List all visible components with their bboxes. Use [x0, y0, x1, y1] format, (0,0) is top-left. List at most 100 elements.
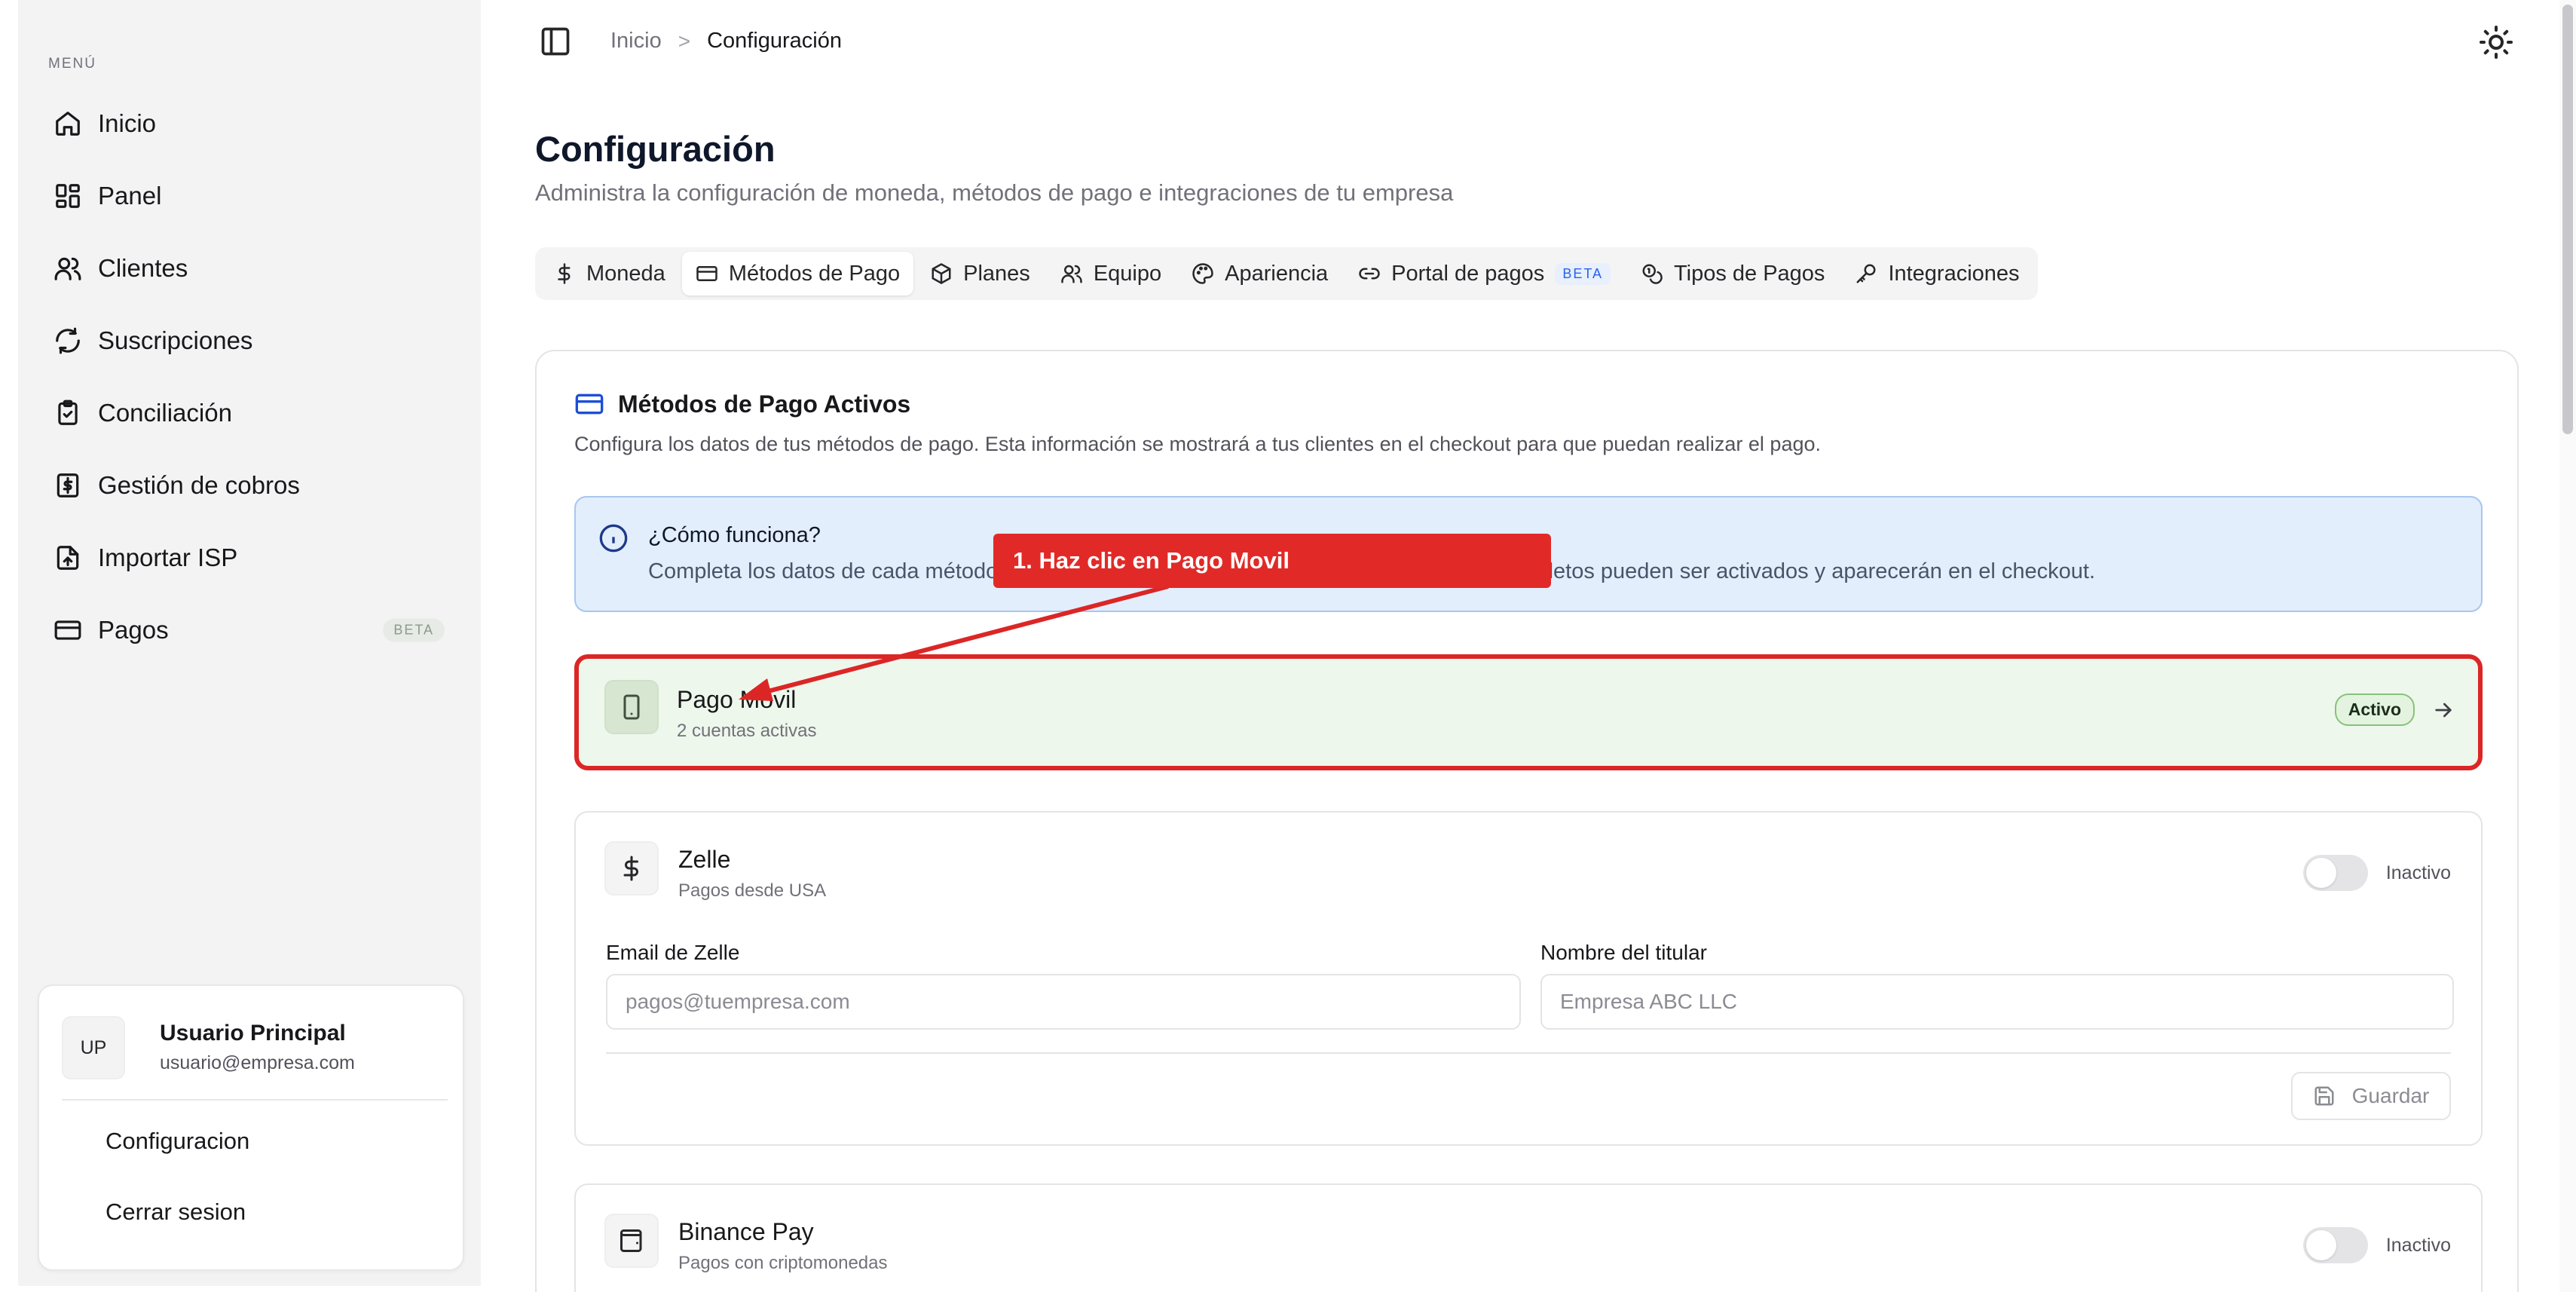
tab-moneda[interactable]: Moneda	[540, 252, 679, 295]
scrollbar-thumb[interactable]	[2562, 5, 2573, 434]
tab-apariencia[interactable]: Apariencia	[1178, 252, 1342, 295]
divider	[606, 1052, 2451, 1054]
zelle-email-field[interactable]	[606, 974, 1521, 1030]
tab-portal-de-pagos[interactable]: Portal de pagos BETA	[1345, 252, 1624, 295]
method-sub: Pagos desde USA	[678, 880, 827, 901]
arrow-right-icon[interactable]	[2431, 698, 2455, 722]
user-name: Usuario Principal	[160, 1021, 346, 1046]
settings-tabs: Moneda Métodos de Pago Planes Equipo Apa…	[535, 247, 2038, 300]
tab-label: Moneda	[586, 261, 665, 286]
sidebar-item-clientes[interactable]: Clientes	[45, 232, 475, 305]
save-icon	[2313, 1085, 2336, 1107]
tab-label: Apariencia	[1225, 261, 1329, 286]
sidebar-item-pagos[interactable]: Pagos BETA	[45, 594, 475, 666]
save-button[interactable]: Guardar	[2291, 1072, 2451, 1120]
users-icon	[1060, 262, 1083, 285]
status-label: Inactivo	[2385, 1235, 2451, 1256]
credit-card-icon	[574, 389, 604, 419]
link-icon	[1358, 262, 1381, 285]
payment-methods-card: Métodos de Pago Activos Configura los da…	[535, 350, 2519, 1292]
sidebar-item-panel[interactable]: Panel	[45, 160, 475, 232]
dollar-receipt-icon	[53, 470, 83, 501]
refresh-icon	[53, 326, 83, 356]
breadcrumb-inicio[interactable]: Inicio	[610, 29, 662, 54]
tab-integraciones[interactable]: Integraciones	[1841, 252, 2033, 295]
info-title: ¿Cómo funciona?	[648, 523, 821, 547]
avatar: UP	[62, 1016, 125, 1079]
method-sub: 2 cuentas activas	[677, 721, 817, 741]
sidebar-item-label: Panel	[98, 182, 162, 210]
users-icon	[53, 253, 83, 283]
page-subtitle: Administra la configuración de moneda, m…	[535, 179, 1454, 206]
tab-planes[interactable]: Planes	[916, 252, 1044, 295]
sidebar-item-label: Pagos	[98, 616, 169, 644]
sidebar-item-label: Importar ISP	[98, 543, 238, 571]
method-pago-movil[interactable]: Pago Movil 2 cuentas activas Activo	[574, 654, 2483, 770]
layout-dashboard-icon	[53, 181, 83, 211]
sun-icon[interactable]	[2478, 24, 2514, 60]
tab-label: Tipos de Pagos	[1674, 261, 1825, 286]
divider	[62, 1099, 448, 1101]
scrollbar[interactable]	[2559, 0, 2576, 1292]
menu-label: MENÚ	[48, 56, 96, 72]
breadcrumb-separator: >	[678, 29, 691, 53]
sidebar-item-inicio[interactable]: Inicio	[45, 87, 475, 160]
sidebar-item-label: Conciliación	[98, 399, 232, 427]
method-name: Pago Movil	[677, 686, 797, 713]
tab-tipos-de-pagos[interactable]: Tipos de Pagos	[1627, 252, 1838, 295]
sidebar-toggle-icon[interactable]	[538, 26, 573, 57]
tab-label: Equipo	[1093, 261, 1162, 286]
sidebar-item-suscripciones[interactable]: Suscripciones	[45, 305, 475, 377]
status-badge: Activo	[2334, 693, 2415, 726]
tab-label: Métodos de Pago	[728, 261, 901, 286]
tab-label: Integraciones	[1888, 261, 2020, 286]
sidebar-item-label: Inicio	[98, 109, 157, 137]
card-description: Configura los datos de tus métodos de pa…	[574, 433, 1821, 455]
dollar-icon	[604, 841, 659, 896]
zelle-toggle[interactable]	[2303, 855, 2368, 891]
field-label: Email de Zelle	[606, 941, 740, 964]
key-icon	[1855, 262, 1877, 285]
card-title: Métodos de Pago Activos	[618, 390, 911, 418]
user-card: UP Usuario Principal usuario@empresa.com…	[38, 984, 464, 1271]
sidebar-item-label: Clientes	[98, 254, 188, 282]
credit-card-icon	[696, 262, 718, 285]
coins-icon	[1641, 262, 1663, 285]
sidebar-item-importar-isp[interactable]: Importar ISP	[45, 522, 475, 594]
breadcrumb: Inicio > Configuración	[610, 29, 842, 54]
sidebar: MENÚ Inicio Panel Clientes Suscripciones…	[18, 0, 481, 1286]
cerrar-sesion-link[interactable]: Cerrar sesion	[106, 1199, 246, 1226]
sidebar-item-label: Gestión de cobros	[98, 471, 300, 499]
method-sub: Pagos con criptomonedas	[678, 1253, 888, 1273]
method-name: Binance Pay	[678, 1218, 814, 1245]
page-title: Configuración	[535, 129, 776, 169]
home-icon	[53, 109, 83, 139]
zelle-holder-field[interactable]	[1540, 974, 2454, 1030]
annotation-callout: 1. Haz clic en Pago Movil	[993, 534, 1551, 588]
tab-label: Portal de pagos	[1391, 261, 1545, 286]
tab-metodos-de-pago[interactable]: Métodos de Pago	[681, 252, 914, 295]
wallet-icon	[604, 1214, 659, 1268]
sidebar-nav: Inicio Panel Clientes Suscripciones Conc…	[45, 87, 475, 666]
sidebar-item-conciliacion[interactable]: Conciliación	[45, 377, 475, 449]
info-icon	[598, 523, 629, 553]
sidebar-item-label: Suscripciones	[98, 326, 253, 354]
save-label: Guardar	[2351, 1084, 2430, 1107]
card-heading: Métodos de Pago Activos	[574, 389, 910, 419]
sidebar-item-gestion-cobros[interactable]: Gestión de cobros	[45, 449, 475, 522]
method-binance-pay: Binance Pay Pagos con criptomonedas Inac…	[574, 1183, 2483, 1292]
palette-icon	[1192, 262, 1214, 285]
credit-card-icon	[53, 615, 83, 645]
beta-badge: BETA	[1555, 262, 1611, 285]
user-email: usuario@empresa.com	[160, 1052, 355, 1073]
configuracion-link[interactable]: Configuracion	[106, 1128, 249, 1155]
status-label: Inactivo	[2385, 862, 2451, 883]
method-zelle: Zelle Pagos desde USA Inactivo Email de …	[574, 811, 2483, 1146]
field-label: Nombre del titular	[1540, 941, 1707, 964]
beta-badge: BETA	[383, 618, 445, 642]
tab-equipo[interactable]: Equipo	[1047, 252, 1175, 295]
method-name: Zelle	[678, 846, 731, 873]
file-upload-icon	[53, 543, 83, 573]
binance-toggle[interactable]	[2303, 1227, 2368, 1263]
dollar-icon	[553, 262, 576, 285]
